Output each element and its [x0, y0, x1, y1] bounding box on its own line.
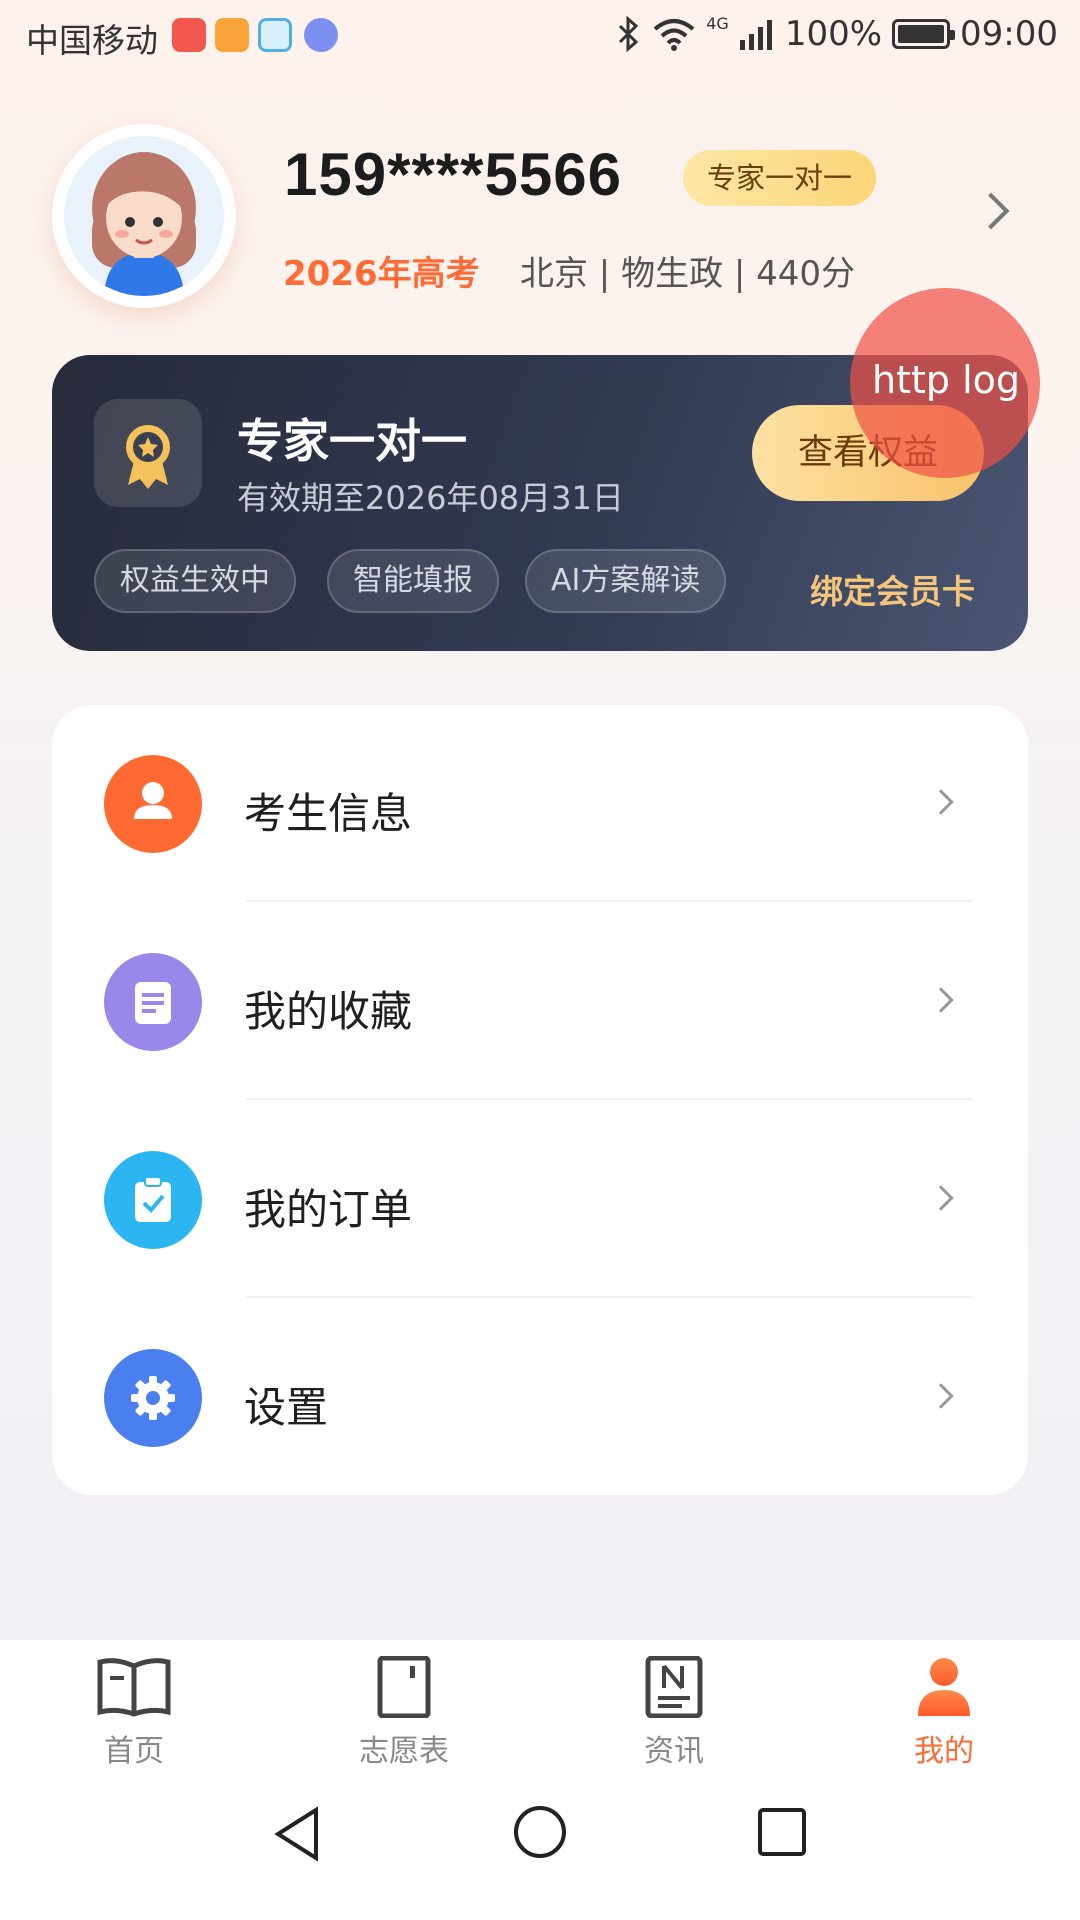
http-log-floating-button[interactable]: http log: [850, 288, 1040, 478]
http-log-label: http log: [872, 358, 1021, 402]
user-phone: 159****5566: [284, 141, 622, 208]
health-app-icon: [215, 18, 249, 52]
membership-badge: 专家一对一: [683, 150, 877, 206]
battery-icon: [892, 19, 956, 49]
divider: [246, 1098, 972, 1100]
tag-benefit-active: 权益生效中: [94, 549, 296, 613]
document-icon: [104, 953, 202, 1051]
avatar-illustration: [92, 152, 196, 296]
avatar[interactable]: [52, 124, 236, 308]
menu-label: 设置: [244, 1383, 329, 1432]
home-circle-icon[interactable]: [512, 1804, 568, 1860]
tab-volunteer-form[interactable]: 志愿表: [324, 1656, 484, 1769]
person-icon: [918, 1658, 970, 1716]
divider: [246, 900, 972, 902]
tab-label: 我的: [914, 1734, 974, 1769]
tab-mine[interactable]: 我的: [864, 1656, 1024, 1769]
clipboard-check-icon: [104, 1151, 202, 1249]
chevron-right-icon: [928, 789, 954, 815]
chevron-right-icon: [928, 1383, 954, 1409]
menu-label: 考生信息: [244, 789, 413, 838]
battery-percent: 100%: [784, 14, 883, 54]
news-icon: [645, 1656, 703, 1718]
back-triangle-icon[interactable]: [272, 1806, 322, 1862]
membership-title: 专家一对一: [237, 414, 467, 468]
membership-valid-until: 有效期至2026年08月31日: [237, 479, 624, 517]
exam-year: 2026年高考: [283, 254, 480, 294]
exam-info: 北京 | 物生政 | 440分: [520, 254, 856, 294]
menu-item-student-info[interactable]: 考生信息: [52, 705, 1028, 903]
menu-list: 考生信息 我的收藏 我的订单 设置: [52, 705, 1028, 1495]
book-icon: [97, 1658, 171, 1717]
clock: 09:00: [960, 14, 1058, 54]
cloud-app-icon: [258, 18, 292, 52]
divider: [246, 1296, 972, 1298]
menu-item-settings[interactable]: 设置: [52, 1299, 1028, 1497]
tag-smart-fill: 智能填报: [327, 549, 499, 613]
tab-label: 资讯: [644, 1734, 704, 1769]
status-bar: 中国移动 4G 100% 09:00: [0, 0, 1080, 76]
gear-icon: [104, 1349, 202, 1447]
chevron-right-icon: [928, 1185, 954, 1211]
menu-item-orders[interactable]: 我的订单: [52, 1101, 1028, 1299]
music-app-icon: [304, 18, 338, 52]
chevron-right-icon: [928, 987, 954, 1013]
door-icon: [377, 1656, 431, 1718]
recents-square-icon[interactable]: [756, 1806, 808, 1858]
medal-icon: [94, 399, 202, 507]
user-icon: [104, 755, 202, 853]
carrier-label: 中国移动: [26, 21, 158, 60]
tab-news[interactable]: 资讯: [594, 1656, 754, 1769]
tab-label: 首页: [104, 1734, 164, 1769]
menu-item-favorites[interactable]: 我的收藏: [52, 903, 1028, 1101]
signal-icon: [739, 20, 772, 50]
menu-label: 我的订单: [244, 1185, 413, 1234]
tab-label: 志愿表: [359, 1734, 449, 1769]
menu-label: 我的收藏: [244, 987, 413, 1036]
tag-ai-plan: AI方案解读: [525, 549, 727, 613]
huawei-appgallery-icon: [172, 18, 206, 52]
bind-member-card-link[interactable]: 绑定会员卡: [810, 565, 975, 613]
wifi-icon: [653, 19, 695, 51]
system-navigation-bar: [0, 1770, 1080, 1920]
tab-home[interactable]: 首页: [54, 1656, 214, 1769]
profile-chevron-right-icon[interactable]: [972, 192, 1010, 230]
bluetooth-icon: [619, 16, 639, 52]
network-type: 4G: [706, 14, 729, 33]
bottom-tab-bar: 首页 志愿表 资讯 我的: [0, 1640, 1080, 1770]
